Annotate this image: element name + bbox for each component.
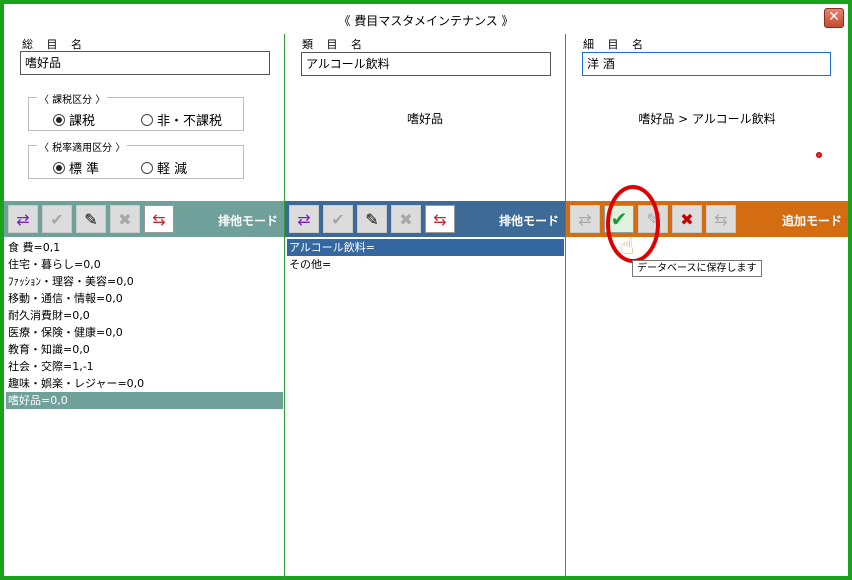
list-item[interactable]: 医療・保険・健康=0,0 <box>6 324 283 341</box>
delete-icon: ✖ <box>680 209 694 229</box>
delete-button[interactable]: ✖ <box>672 205 702 233</box>
save-tooltip: データベースに保存します <box>632 260 762 277</box>
swap-button[interactable]: ⇄ <box>289 205 319 233</box>
edit-icon: ✎ <box>84 209 98 229</box>
swap-button[interactable]: ⇄ <box>570 205 600 233</box>
swap-icon: ⇄ <box>297 209 311 229</box>
list-item[interactable]: 耐久消費財=0,0 <box>6 307 283 324</box>
delete-icon: ✖ <box>118 209 132 229</box>
window: 《 費目マスタメインテナンス 》 ✕ 総 目 名 嗜好品 〈 課税区分 〉 課税… <box>0 0 852 580</box>
move-button[interactable]: ⇆ <box>144 205 174 233</box>
edit-button[interactable]: ✎ <box>357 205 387 233</box>
list-item[interactable]: アルコール飲料= <box>287 239 564 256</box>
mode-label: 追加モード <box>781 214 842 228</box>
delete-icon: ✖ <box>399 209 413 229</box>
move-icon: ⇆ <box>152 209 166 229</box>
list-item[interactable]: 教育・知識=0,0 <box>6 341 283 358</box>
radio-taxable[interactable]: 課税 <box>53 110 95 129</box>
list-item[interactable]: ﾌｧｯｼｮﾝ・理容・美容=0,0 <box>6 273 283 290</box>
radio-off-icon <box>141 113 153 126</box>
radio-on-icon <box>53 113 65 126</box>
edit-button[interactable]: ✎ <box>76 205 106 233</box>
list-item[interactable]: 移動・通信・情報=0,0 <box>6 290 283 307</box>
radio-label: 非・不課税 <box>157 114 223 129</box>
check-icon: ✔ <box>50 209 64 229</box>
swap-button[interactable]: ⇄ <box>8 205 38 233</box>
radio-reduced[interactable]: 軽 減 <box>141 158 187 177</box>
tax-rate-title: 〈 税率適用区分 〉 <box>37 139 128 154</box>
edit-icon: ✎ <box>365 209 379 229</box>
major-item-list: 食 費=0,1 住宅・暮らし=0,0 ﾌｧｯｼｮﾝ・理容・美容=0,0 移動・通信・情… <box>6 239 283 409</box>
tax-category-title: 〈 課税区分 〉 <box>37 91 108 106</box>
list-item[interactable]: 社会・交際=1,-1 <box>6 358 283 375</box>
toolbar-major: ⇄ ✔ ✎ ✖ ⇆ 排他モード <box>4 201 284 237</box>
swap-icon: ⇄ <box>578 209 592 229</box>
check-icon: ✔ <box>331 209 345 229</box>
save-button[interactable]: ✔ <box>42 205 72 233</box>
radio-label: 標 準 <box>69 162 100 177</box>
close-button[interactable]: ✕ <box>824 8 844 28</box>
move-icon: ⇆ <box>714 209 728 229</box>
category-list: アルコール飲料= その他= <box>287 239 564 273</box>
window-title: 《 費目マスタメインテナンス 》 <box>338 14 514 28</box>
radio-label: 課税 <box>69 114 96 129</box>
move-icon: ⇆ <box>433 209 447 229</box>
save-button[interactable]: ✔ <box>323 205 353 233</box>
list-item[interactable]: その他= <box>287 256 564 273</box>
tax-category-group: 〈 課税区分 〉 課税 非・不課税 <box>28 91 244 131</box>
mode-label: 排他モード <box>498 214 559 228</box>
subitem-input[interactable]: 洋 酒 <box>582 52 831 76</box>
major-item-label: 総 目 名 <box>22 38 87 51</box>
radio-non-taxable[interactable]: 非・不課税 <box>141 110 222 129</box>
list-item[interactable]: 住宅・暮らし=0,0 <box>6 256 283 273</box>
category-path: 嗜好品 <box>406 112 443 126</box>
list-item[interactable]: 趣味・娯楽・レジャー=0,0 <box>6 375 283 392</box>
swap-icon: ⇄ <box>16 209 30 229</box>
toolbar-category: ⇄ ✔ ✎ ✖ ⇆ 排他モード <box>285 201 565 237</box>
radio-on-icon <box>53 161 65 174</box>
delete-button[interactable]: ✖ <box>110 205 140 233</box>
radio-label: 軽 減 <box>157 162 188 177</box>
move-button[interactable]: ⇆ <box>425 205 455 233</box>
list-item[interactable]: 食 費=0,1 <box>6 239 283 256</box>
subitem-path: 嗜好品 > アルコール飲料 <box>638 112 776 126</box>
delete-button[interactable]: ✖ <box>391 205 421 233</box>
hand-cursor-icon: ☝ <box>620 232 635 260</box>
subitem-label: 細 目 名 <box>583 38 648 51</box>
major-item-input[interactable]: 嗜好品 <box>20 51 270 75</box>
move-button[interactable]: ⇆ <box>706 205 736 233</box>
mode-label: 排他モード <box>217 214 278 228</box>
radio-standard[interactable]: 標 準 <box>53 158 99 177</box>
category-input[interactable]: アルコール飲料 <box>301 52 551 76</box>
list-item[interactable]: 嗜好品=0,0 <box>6 392 283 409</box>
tax-rate-group: 〈 税率適用区分 〉 標 準 軽 減 <box>28 139 244 179</box>
status-dot <box>816 152 822 158</box>
radio-off-icon <box>141 161 153 174</box>
category-label: 類 目 名 <box>302 38 367 51</box>
